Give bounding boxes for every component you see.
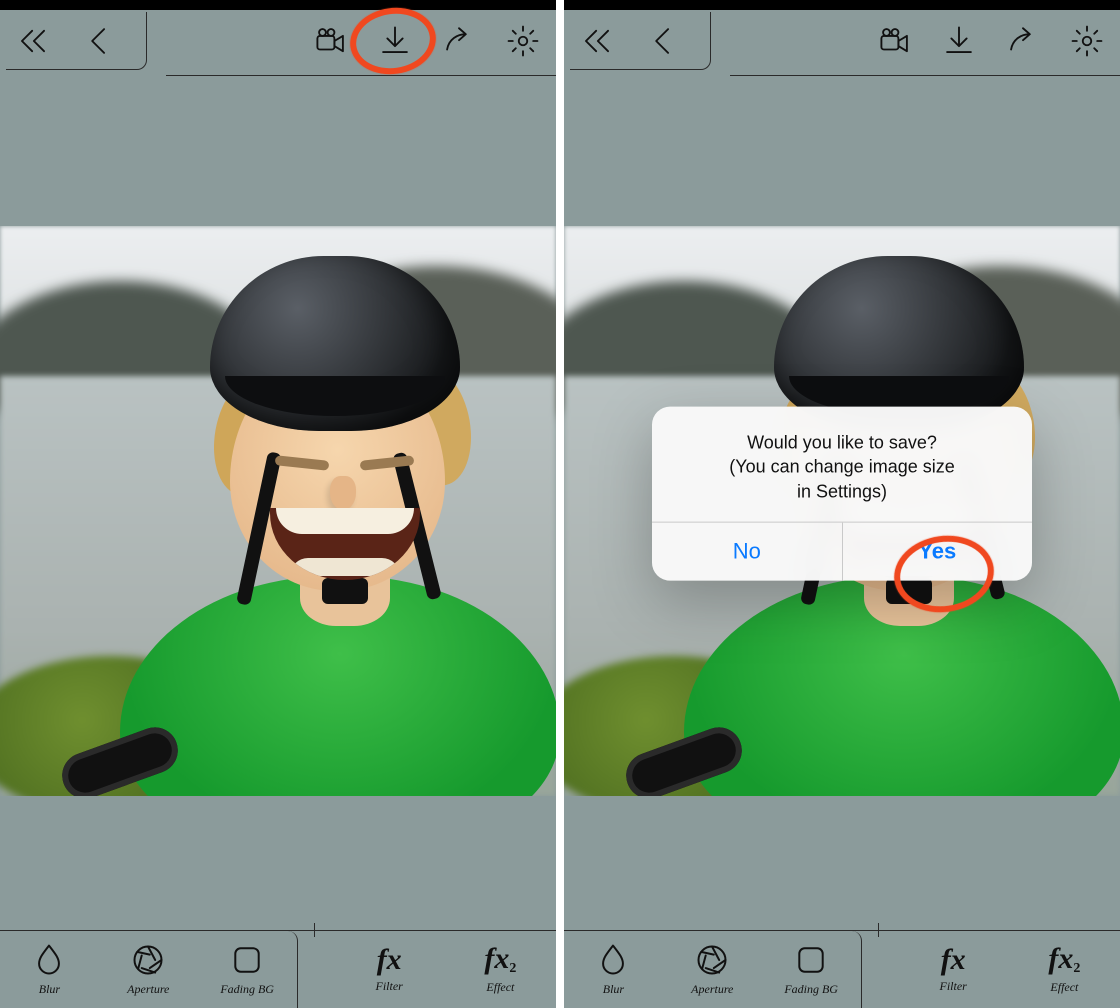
video-button[interactable] bbox=[312, 22, 350, 60]
tool-label: Blur bbox=[39, 982, 60, 997]
bottom-toolbar: Blur Aperture Fading BG fx Filter fx2 Ef… bbox=[0, 930, 556, 1008]
video-camera-icon bbox=[314, 24, 348, 58]
top-toolbar bbox=[0, 10, 556, 72]
image-canvas[interactable] bbox=[0, 226, 556, 796]
tool-fading-bg[interactable]: Fading BG bbox=[198, 931, 297, 1008]
download-button[interactable] bbox=[376, 22, 414, 60]
canvas-bottom-spacer bbox=[0, 796, 556, 930]
fx-icon: fx bbox=[377, 945, 402, 975]
canvas-top-spacer bbox=[0, 72, 556, 226]
tool-blur[interactable]: Blur bbox=[0, 931, 99, 1008]
tool-aperture[interactable]: Aperture bbox=[99, 931, 198, 1008]
tool-label: Fading BG bbox=[220, 982, 274, 997]
dialog-line: Would you like to save? bbox=[674, 431, 1010, 455]
top-toolbar-nav bbox=[6, 12, 147, 70]
gear-icon bbox=[506, 24, 540, 58]
tool-label: Aperture bbox=[127, 982, 169, 997]
settings-button[interactable] bbox=[504, 22, 542, 60]
screenshot-left: Blur Aperture Fading BG fx Filter fx2 Ef… bbox=[0, 0, 556, 1008]
chevron-left-icon bbox=[82, 24, 116, 58]
droplet-icon bbox=[31, 942, 67, 978]
chevrons-left-icon bbox=[16, 24, 50, 58]
edited-photo bbox=[0, 226, 556, 796]
share-button[interactable] bbox=[440, 22, 478, 60]
dialog-yes-button[interactable]: Yes bbox=[842, 523, 1033, 581]
tool-filter[interactable]: fx Filter bbox=[334, 931, 445, 1008]
download-icon bbox=[378, 24, 412, 58]
dialog-actions: No Yes bbox=[652, 522, 1032, 581]
aperture-icon bbox=[130, 942, 166, 978]
toolbar-underline bbox=[166, 75, 556, 76]
rounded-square-icon bbox=[229, 942, 265, 978]
top-toolbar-actions bbox=[312, 22, 550, 60]
dialog-message: Would you like to save? (You can change … bbox=[652, 407, 1032, 522]
dialog-backdrop: Would you like to save? (You can change … bbox=[564, 0, 1120, 1008]
tool-label: Effect bbox=[486, 980, 514, 995]
save-dialog: Would you like to save? (You can change … bbox=[652, 407, 1032, 581]
dialog-no-button[interactable]: No bbox=[652, 523, 842, 581]
share-arrow-icon bbox=[442, 24, 476, 58]
toolbar-group-divider bbox=[298, 931, 334, 1008]
back-button[interactable] bbox=[80, 22, 118, 60]
fx2-icon: fx2 bbox=[484, 944, 516, 976]
tool-effect[interactable]: fx2 Effect bbox=[445, 931, 556, 1008]
back-all-button[interactable] bbox=[14, 22, 52, 60]
tool-label: Filter bbox=[376, 979, 403, 994]
screenshot-right: Blur Aperture Fading BG fx Filter fx2 Ef… bbox=[564, 0, 1120, 1008]
dialog-line: in Settings) bbox=[674, 479, 1010, 503]
dialog-line: (You can change image size bbox=[674, 455, 1010, 479]
status-bar bbox=[0, 0, 556, 10]
